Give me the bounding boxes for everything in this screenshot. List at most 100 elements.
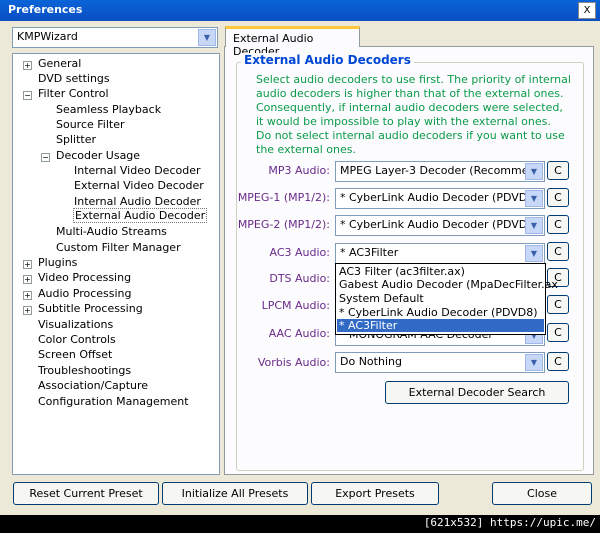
mpeg1-audio-select[interactable]: * CyberLink Audio Decoder (PDVD8 ▼ [335,188,545,209]
preset-select[interactable]: KMPWizard ▼ [12,27,218,48]
tree-item-internal-audio-decoder[interactable]: Internal Audio Decoder [74,195,201,208]
preferences-window: Preferences X KMPWizard ▼ + General DVD s… [0,0,600,515]
select-value: * CyberLink Audio Decoder (PDVD8 [340,191,535,204]
tree-item-splitter[interactable]: Splitter [56,133,96,146]
vorbis-audio-label: Vorbis Audio: [257,356,330,369]
mpeg1-config-button[interactable]: C [547,188,569,207]
select-value: Do Nothing [340,355,402,368]
tree-item-internal-video-decoder[interactable]: Internal Video Decoder [74,164,201,177]
title-bar: Preferences X [0,0,600,21]
mpeg2-audio-label: MPEG-2 (MP1/2): [237,218,330,231]
tree-item-color-controls[interactable]: Color Controls [38,333,116,346]
vorbis-audio-select[interactable]: Do Nothing ▼ [335,352,545,373]
mpeg2-audio-select[interactable]: * CyberLink Audio Decoder (PDVD8 ▼ [335,215,545,236]
tree-item-audio-processing[interactable]: + Audio Processing [23,287,132,300]
external-decoder-search-button[interactable]: External Decoder Search [385,381,569,404]
mp3-audio-select[interactable]: MPEG Layer-3 Decoder (Recommen ▼ [335,161,545,182]
chevron-down-icon[interactable]: ▼ [525,163,543,180]
expand-icon[interactable]: + [23,275,32,284]
close-button[interactable]: Close [492,482,592,505]
tree-item-label: Screen Offset [38,348,113,361]
tree-item-external-video-decoder[interactable]: External Video Decoder [74,179,204,192]
dropdown-option[interactable]: Gabest Audio Decoder (MpaDecFilter.ax [339,278,558,291]
description-line: audio decoders is higher than that of th… [256,87,564,100]
tree-item-label: Plugins [38,256,78,269]
window-title: Preferences [8,3,83,16]
description-line: it would be impossible to play with the … [256,115,551,128]
expand-icon[interactable]: + [23,260,32,269]
tab-external-audio-decoder[interactable]: External Audio Decoder [225,26,360,58]
dropdown-option[interactable]: * CyberLink Audio Decoder (PDVD8) [339,306,538,319]
tree-item-plugins[interactable]: + Plugins [23,256,78,269]
lpcm-config-button[interactable]: C [547,295,569,314]
tree-item-configuration-management[interactable]: Configuration Management [38,395,189,408]
tree-item-label: DVD settings [38,72,110,85]
chevron-down-icon[interactable]: ▼ [525,217,543,234]
tree-item-decoder-usage[interactable]: − Decoder Usage [41,149,141,162]
image-info-text: [621x532] https://upic.me/ [423,516,596,529]
tree-item-label: Internal Audio Decoder [74,195,201,208]
tree-item-label: Splitter [56,133,96,146]
tree-item-label: Audio Processing [38,287,132,300]
tree-item-label: General [38,57,82,70]
tree-item-label: External Audio Decoder [73,208,208,223]
close-window-button[interactable]: X [578,2,596,19]
select-value: * AC3Filter [340,246,399,259]
chevron-down-icon[interactable]: ▼ [525,190,543,207]
description-line: the external ones. [256,143,357,156]
expand-icon[interactable]: + [23,61,32,70]
dropdown-option-selected[interactable]: * AC3Filter [339,319,397,332]
mpeg1-audio-label: MPEG-1 (MP1/2): [237,191,330,204]
tree-item-label: Source Filter [56,118,125,131]
aac-audio-label: AAC Audio: [268,327,330,340]
expand-icon[interactable]: + [23,306,32,315]
description-line: Consequently, if internal audio decoders… [256,101,563,114]
preset-value: KMPWizard [17,30,78,43]
description-text: Select audio decoders to use first. The … [256,73,571,157]
tree-item-association-capture[interactable]: Association/Capture [38,379,148,392]
tree-item-external-audio-decoder[interactable]: External Audio Decoder [73,208,208,223]
collapse-icon[interactable]: − [23,91,32,100]
tree-item-label: Color Controls [38,333,116,346]
tree-item-label: Seamless Playback [56,103,162,116]
select-value: MPEG Layer-3 Decoder (Recommen [340,164,536,177]
tree-item-multi-audio-streams[interactable]: Multi-Audio Streams [56,225,167,238]
settings-tree[interactable]: + General DVD settings − Filter Control Se… [12,53,220,475]
initialize-all-presets-button[interactable]: Initialize All Presets [162,482,308,505]
tree-item-label: Internal Video Decoder [74,164,201,177]
export-presets-button[interactable]: Export Presets [311,482,439,505]
tree-item-video-processing[interactable]: + Video Processing [23,271,131,284]
description-line: Select audio decoders to use first. The … [256,73,571,86]
lpcm-audio-label: LPCM Audio: [261,299,330,312]
tree-item-source-filter[interactable]: Source Filter [56,118,125,131]
chevron-down-icon[interactable]: ▼ [525,245,543,262]
tree-item-visualizations[interactable]: Visualizations [38,318,113,331]
mp3-config-button[interactable]: C [547,161,569,180]
ac3-dropdown-list[interactable]: AC3 Filter (ac3filter.ax) Gabest Audio D… [335,263,558,335]
tree-item-filter-control[interactable]: − Filter Control [23,87,109,100]
reset-current-preset-button[interactable]: Reset Current Preset [13,482,159,505]
tree-item-subtitle-processing[interactable]: + Subtitle Processing [23,302,143,315]
aac-config-button[interactable]: C [547,323,569,342]
tree-item-label: Troubleshootings [38,364,132,377]
expand-icon[interactable]: + [23,291,32,300]
tree-item-custom-filter-manager[interactable]: Custom Filter Manager [56,241,181,254]
tree-item-troubleshootings[interactable]: Troubleshootings [38,364,131,377]
dropdown-option[interactable]: AC3 Filter (ac3filter.ax) [339,265,465,278]
dropdown-option[interactable]: System Default [339,292,424,305]
tree-item-label: Filter Control [38,87,109,100]
tree-item-general[interactable]: + General [23,57,82,70]
dts-audio-label: DTS Audio: [269,272,330,285]
tree-item-dvd-settings[interactable]: DVD settings [38,72,110,85]
ac3-config-button[interactable]: C [547,242,569,261]
select-value: * CyberLink Audio Decoder (PDVD8 [340,218,535,231]
mpeg2-config-button[interactable]: C [547,215,569,234]
tree-item-seamless-playback[interactable]: Seamless Playback [56,103,161,116]
collapse-icon[interactable]: − [41,153,50,162]
tree-item-label: Decoder Usage [56,149,141,162]
chevron-down-icon[interactable]: ▼ [525,354,543,371]
tree-item-screen-offset[interactable]: Screen Offset [38,348,112,361]
ac3-audio-select[interactable]: * AC3Filter ▼ [335,243,545,264]
chevron-down-icon[interactable]: ▼ [198,29,216,46]
vorbis-config-button[interactable]: C [547,352,569,371]
